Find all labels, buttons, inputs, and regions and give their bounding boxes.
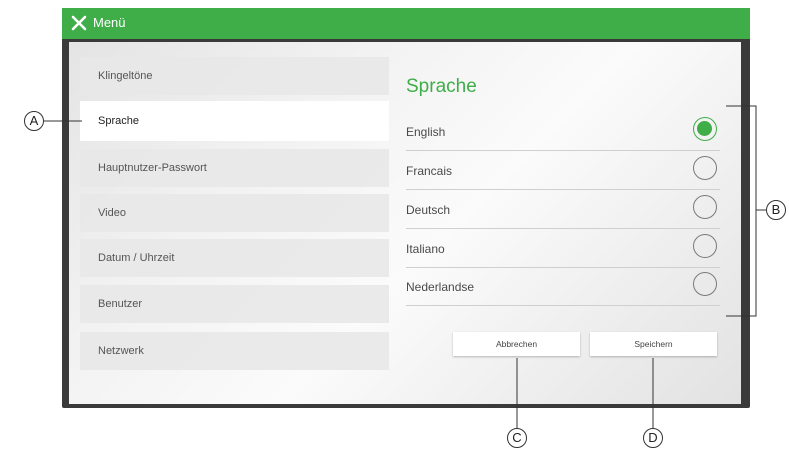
callout-c: C: [507, 428, 527, 448]
callout-a: A: [24, 111, 44, 131]
callout-lines: [44, 105, 766, 428]
callout-b: B: [766, 200, 786, 220]
callout-d: D: [643, 428, 663, 448]
